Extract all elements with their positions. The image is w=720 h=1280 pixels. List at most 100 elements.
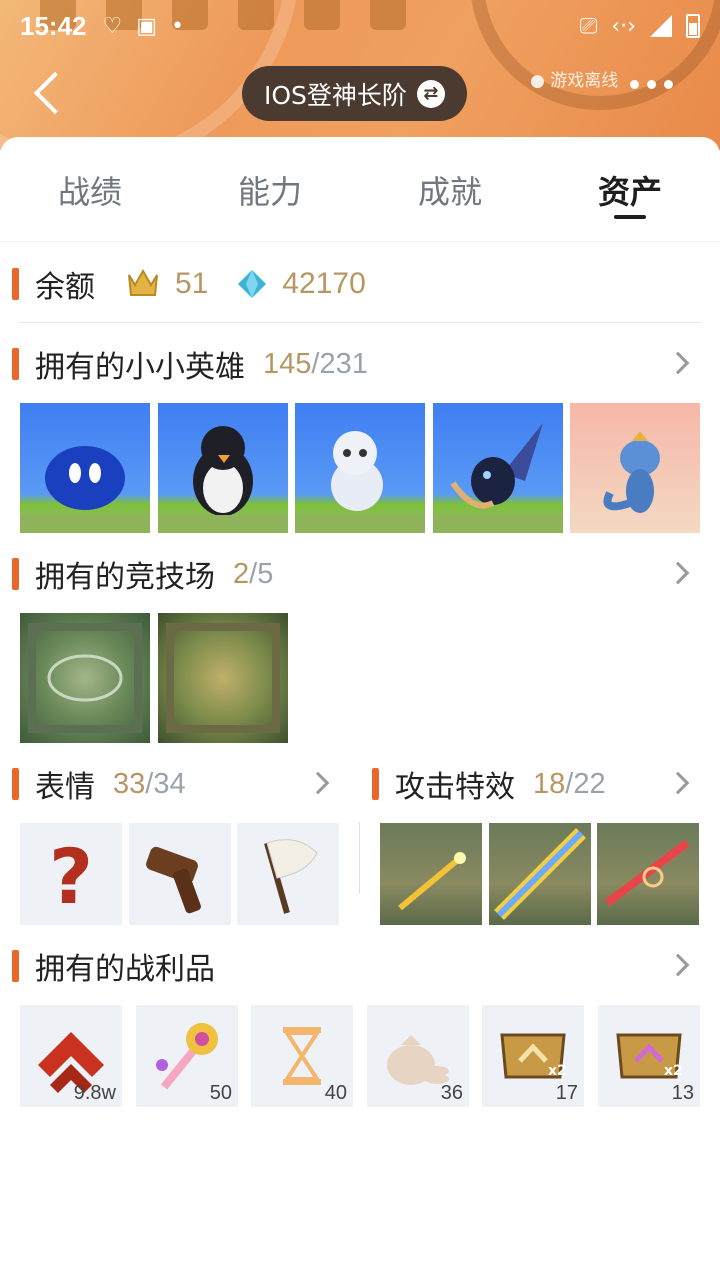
total-count: 22 <box>573 767 606 800</box>
attack-effects-count: 18/22 <box>533 767 606 800</box>
little-legends-title: 拥有的小小英雄 <box>35 350 245 385</box>
attack-effects-title: 攻击特效 <box>395 770 515 805</box>
balance-label: 余额 <box>35 270 95 305</box>
loot-item[interactable]: 9.8w <box>20 1005 122 1107</box>
swap-icon: ⇄ <box>416 79 445 108</box>
svg-text:x2: x2 <box>664 1063 683 1079</box>
golden-bolt-effect-icon <box>398 852 466 911</box>
dark-moth-legend-icon <box>433 423 563 533</box>
attack-effects-header[interactable]: 攻击特效 18/22 <box>372 764 606 805</box>
loot-count: 40 <box>324 1082 347 1104</box>
attack-effect-item[interactable] <box>489 823 591 925</box>
arenas-header[interactable]: 拥有的竞技场 2/5 <box>12 554 274 595</box>
tab-records[interactable]: 战绩 <box>0 137 180 241</box>
signal-icon <box>650 15 672 37</box>
heartbeat-icon: ♡ <box>102 13 123 39</box>
little-legend-item[interactable] <box>20 403 150 533</box>
emotes-header[interactable]: 表情 33/34 <box>12 764 186 805</box>
account-switch-button[interactable]: IOS登神长阶 ⇄ <box>242 66 467 121</box>
more-options-button[interactable] <box>630 80 673 89</box>
little-legend-item[interactable] <box>158 403 288 533</box>
divider <box>359 822 360 894</box>
gem-balance: 42170 <box>282 267 366 300</box>
dot-icon <box>630 80 639 89</box>
arena-item[interactable] <box>20 613 150 743</box>
chevron-right-icon[interactable] <box>666 351 690 375</box>
battery-icon <box>686 14 700 38</box>
emote-item[interactable] <box>129 823 231 925</box>
rainbow-beam-effect-icon <box>494 828 586 920</box>
tab-achievements[interactable]: 成就 <box>360 137 540 241</box>
little-legend-item[interactable] <box>570 403 700 533</box>
status-time: 15:42 <box>20 10 87 41</box>
attack-effect-item[interactable] <box>597 823 699 925</box>
loot-title: 拥有的战利品 <box>35 952 215 987</box>
penguin-legend-icon <box>158 426 288 533</box>
little-legend-item[interactable] <box>433 403 563 533</box>
dot-icon <box>664 80 673 89</box>
owned-count: 145 <box>263 347 312 380</box>
emote-item[interactable]: ? <box>20 823 122 925</box>
tab-abilities[interactable]: 能力 <box>180 137 360 241</box>
loot-item[interactable]: 40 <box>251 1005 353 1107</box>
loot-item[interactable]: 50 <box>136 1005 238 1107</box>
arena-board-icon <box>28 623 142 733</box>
loot-item[interactable]: x2 17 <box>482 1005 584 1107</box>
total-count: 231 <box>319 347 368 380</box>
divider <box>20 322 700 323</box>
blue-slime-legend-icon <box>20 446 150 533</box>
arena-item[interactable] <box>158 613 288 743</box>
dragon-legend-icon <box>603 431 660 513</box>
status-bar: 15:42 ♡ ▣ • ⎚ ‹·› <box>0 0 720 52</box>
little-legends-header[interactable]: 拥有的小小英雄 145/231 <box>12 344 368 385</box>
emotes-count: 33/34 <box>113 767 186 800</box>
chevron-right-icon[interactable] <box>306 771 330 795</box>
arena-board-icon <box>166 623 280 733</box>
section-accent-bar <box>12 768 19 800</box>
section-accent-bar <box>12 950 19 982</box>
owned-count: 18 <box>533 767 566 800</box>
chevron-right-icon[interactable] <box>666 771 690 795</box>
tab-assets[interactable]: 资产 <box>540 137 720 241</box>
database-icon: ▣ <box>136 13 158 39</box>
owned-count: 33 <box>113 767 146 800</box>
cast-icon: ⎚ <box>579 13 598 39</box>
white-flag-emote-icon <box>264 839 318 914</box>
status-system-icons: ⎚ ‹·› <box>580 14 700 39</box>
loot-header[interactable]: 拥有的战利品 <box>12 946 215 987</box>
crown-balance: 51 <box>175 267 209 300</box>
offline-text: 游戏离线 <box>550 71 619 91</box>
total-count: 5 <box>257 557 274 590</box>
owned-count: 2 <box>233 557 250 590</box>
loot-item[interactable]: 36 <box>367 1005 469 1107</box>
loot-count: 17 <box>555 1082 578 1104</box>
loot-count: 9.8w <box>73 1082 116 1104</box>
dot-icon <box>647 80 656 89</box>
section-accent-bar <box>372 768 379 800</box>
account-title: IOS登神长阶 <box>264 80 407 110</box>
attack-effect-item[interactable] <box>380 823 482 925</box>
status-notification-icons: ♡ ▣ • <box>103 14 185 39</box>
chevron-right-icon[interactable] <box>666 561 690 585</box>
loot-count: 50 <box>209 1082 232 1104</box>
section-accent-bar <box>12 558 19 590</box>
question-mark-emote-icon: ? <box>49 832 93 921</box>
little-legend-item[interactable] <box>295 403 425 533</box>
gem-icon <box>238 270 267 298</box>
emotes-title: 表情 <box>35 770 95 805</box>
hammer-emote-icon <box>146 846 201 914</box>
data-transfer-icon: ‹·› <box>611 13 636 39</box>
white-cat-legend-icon <box>295 431 425 533</box>
section-accent-bar <box>12 348 19 380</box>
loot-item[interactable]: x2 13 <box>598 1005 700 1107</box>
section-accent-bar <box>12 268 19 300</box>
total-count: 34 <box>153 767 186 800</box>
emote-item[interactable] <box>237 823 339 925</box>
game-status-label: ● 游戏离线 <box>530 71 619 91</box>
chevron-right-icon[interactable] <box>666 953 690 977</box>
little-legends-count: 145/231 <box>263 347 368 380</box>
svg-text:x2: x2 <box>548 1063 567 1079</box>
back-button[interactable] <box>30 70 70 120</box>
balance-row: 余额 51 42170 <box>12 262 366 306</box>
arenas-title: 拥有的竞技场 <box>35 560 215 595</box>
